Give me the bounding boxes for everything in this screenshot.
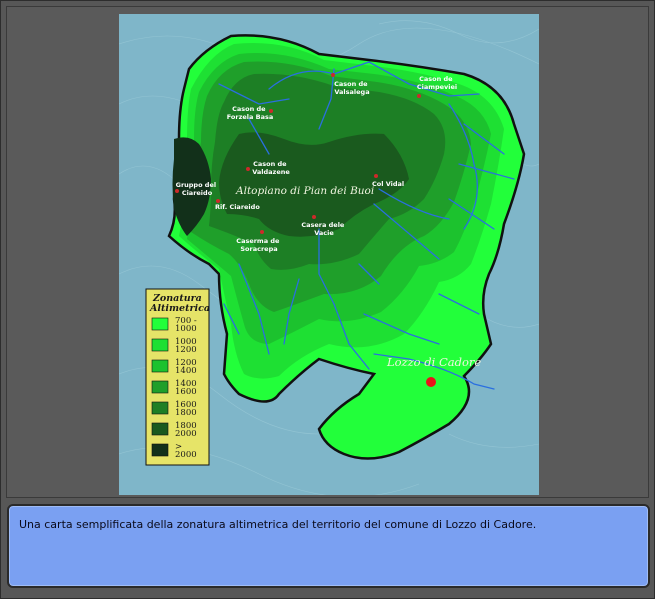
legend-swatch-0 [151,317,169,331]
town-label: Lozzo di Cadore [386,355,481,369]
label-ciareido-group: Gruppo del Ciareido [176,181,219,197]
legend-label-5-line2: 2000 [175,429,197,439]
legend-title-line2: Altimetrica [149,303,210,314]
marker-ciampeviei [417,94,421,98]
altimetric-map: Cason de Valsalega Cason de Ciampeviei C… [119,14,539,495]
legend-swatch-5 [151,422,169,436]
legend-label-0-line2: 1000 [175,324,197,334]
marker-soracrepa [260,230,264,234]
label-ciampeviei: Cason de Ciampeviei [417,75,457,91]
marker-ciareido-group [175,189,179,193]
marker-valdazene [246,167,250,171]
legend-label-4-line2: 1800 [175,408,197,418]
marker-valsalega [331,73,335,77]
legend-label-1-line2: 1200 [175,345,197,355]
legend-swatch-1 [151,338,169,352]
label-valsalega: Cason de Valsalega [334,80,370,96]
legend-label-2-line2: 1400 [175,366,197,376]
legend-label-3-line2: 1600 [175,387,197,397]
legend-swatch-4 [151,401,169,415]
marker-casera-vacie [312,215,316,219]
label-rif-ciareido: Rif. Ciareido [215,203,260,211]
window-frame: Cason de Valsalega Cason de Ciampeviei C… [0,0,655,599]
marker-col-vidal [374,174,378,178]
caption-text: Una carta semplificata della zonatura al… [19,518,537,531]
legend-swatch-2 [151,359,169,373]
legend: Zonatura Altimetrica 700 -10001000120012… [145,288,210,466]
caption-box: Una carta semplificata della zonatura al… [7,504,650,588]
region-label: Altopiano di Pian dei Buoi [235,185,374,197]
label-valdazene: Cason de Valdazene [252,160,290,176]
town-marker-lozzo [426,377,436,387]
label-col-vidal: Col Vidal [372,180,404,188]
legend-swatch-6 [151,443,169,457]
legend-swatch-3 [151,380,169,394]
label-soracrepa: Caserma de Soracrepa [236,237,281,253]
legend-label-6-line2: 2000 [175,450,197,460]
label-forzela-basa: Cason de Forzela Basa [227,105,274,121]
